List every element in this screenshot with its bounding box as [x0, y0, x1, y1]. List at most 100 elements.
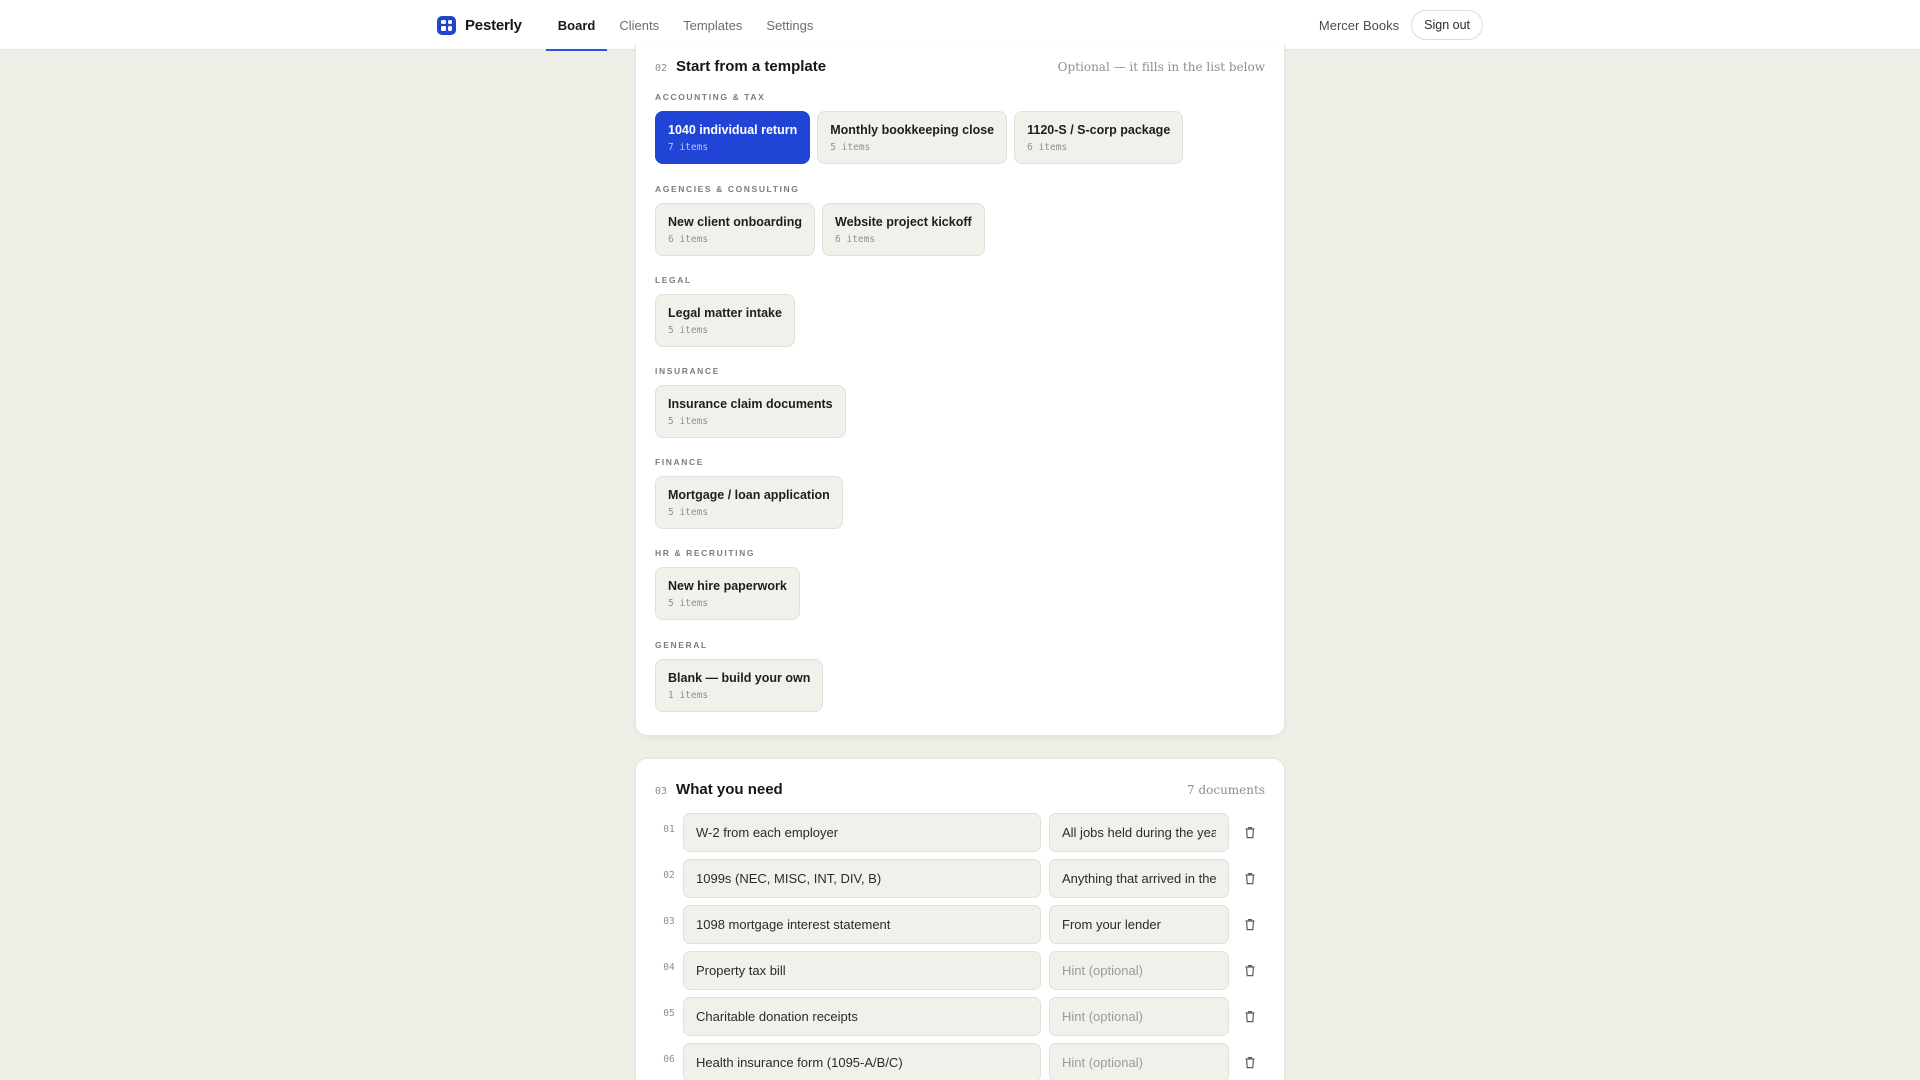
sign-out-button[interactable]: Sign out: [1411, 10, 1483, 40]
template-chip-new-hire[interactable]: New hire paperwork 5 items: [655, 567, 800, 620]
chip-count: 7 items: [668, 141, 709, 153]
chip-title: Blank — build your own: [668, 670, 811, 685]
template-chips: Legal matter intake 5 items: [655, 294, 795, 347]
needs-header: 03 What you need 7 documents: [655, 781, 1265, 798]
template-group-finance: Finance Mortgage / loan application 5 it…: [655, 457, 843, 529]
chip-count: 6 items: [1027, 141, 1068, 153]
group-label: General: [655, 640, 708, 650]
delete-row-button[interactable]: [1235, 910, 1265, 940]
chip-count: 5 items: [668, 597, 709, 609]
template-chip-1040[interactable]: 1040 individual return 7 items: [655, 111, 811, 164]
chip-count: 5 items: [668, 324, 709, 336]
template-group-accounting: Accounting & Tax 1040 individual return …: [655, 92, 1184, 164]
document-name-input[interactable]: [683, 859, 1041, 898]
section-number: 02: [655, 63, 668, 74]
document-name-input[interactable]: [683, 905, 1041, 944]
section-number: 03: [655, 786, 668, 797]
document-row: 06: [655, 1043, 1267, 1080]
template-chip-scorp[interactable]: 1120-S / S-corp package 6 items: [1014, 111, 1184, 164]
template-group-legal: Legal Legal matter intake 5 items: [655, 275, 795, 347]
group-label: Legal: [655, 275, 692, 285]
brand-name: Pesterly: [465, 16, 522, 34]
template-group-insurance: Insurance Insurance claim documents 5 it…: [655, 366, 846, 438]
chip-title: Mortgage / loan application: [668, 487, 830, 502]
document-name-input[interactable]: [683, 951, 1041, 990]
tab-templates[interactable]: Templates: [671, 0, 754, 50]
tab-clients[interactable]: Clients: [607, 0, 671, 50]
documents-count: 7 documents: [1187, 783, 1265, 797]
templates-header: 02 Start from a template Optional — it f…: [655, 58, 1265, 75]
document-hint-input[interactable]: [1049, 859, 1229, 898]
templates-card: 02 Start from a template Optional — it f…: [635, 44, 1285, 736]
template-chip-bookkeeping[interactable]: Monthly bookkeeping close 5 items: [817, 111, 1008, 164]
chip-count: 6 items: [835, 233, 876, 245]
template-chips: 1040 individual return 7 items Monthly b…: [655, 111, 1184, 164]
trash-icon: [1245, 827, 1255, 839]
group-label: Finance: [655, 457, 704, 467]
section-note: Optional — it fills in the list below: [1057, 60, 1265, 74]
brand[interactable]: Pesterly: [437, 15, 522, 35]
delete-row-button[interactable]: [1235, 1002, 1265, 1032]
document-hint-input[interactable]: [1049, 905, 1229, 944]
delete-row-button[interactable]: [1235, 1048, 1265, 1078]
chip-count: 5 items: [668, 415, 709, 427]
template-chips: New client onboarding 6 items Website pr…: [655, 203, 985, 256]
row-number: 01: [663, 824, 675, 835]
template-chip-legal-intake[interactable]: Legal matter intake 5 items: [655, 294, 795, 347]
template-chips: Mortgage / loan application 5 items: [655, 476, 843, 529]
template-group-agencies: Agencies & Consulting New client onboard…: [655, 184, 985, 256]
trash-icon: [1245, 873, 1255, 885]
chip-title: Monthly bookkeeping close: [830, 122, 995, 137]
chip-title: 1040 individual return: [668, 122, 798, 137]
template-group-hr: HR & Recruiting New hire paperwork 5 ite…: [655, 548, 800, 620]
template-chips: New hire paperwork 5 items: [655, 567, 800, 620]
tab-board[interactable]: Board: [545, 0, 608, 51]
chip-title: Website project kickoff: [835, 214, 972, 229]
account-area: Mercer Books Sign out: [1319, 10, 1483, 40]
trash-icon: [1245, 1057, 1255, 1069]
document-hint-input[interactable]: [1049, 997, 1229, 1036]
template-chips: Blank — build your own 1 items: [655, 659, 824, 712]
template-chip-mortgage[interactable]: Mortgage / loan application 5 items: [655, 476, 843, 529]
chip-title: New hire paperwork: [668, 578, 787, 593]
document-row: 05: [655, 997, 1267, 1036]
document-hint-input[interactable]: [1049, 951, 1229, 990]
template-chip-insurance-claim[interactable]: Insurance claim documents 5 items: [655, 385, 846, 438]
template-chips: Insurance claim documents 5 items: [655, 385, 846, 438]
trash-icon: [1245, 1011, 1255, 1023]
grid-logo-icon: [437, 15, 456, 35]
document-name-input[interactable]: [683, 813, 1041, 852]
document-name-input[interactable]: [683, 997, 1041, 1036]
document-name-input[interactable]: [683, 1043, 1041, 1080]
main-nav: Board Clients Templates Settings: [545, 0, 826, 51]
row-number: 04: [663, 962, 675, 973]
delete-row-button[interactable]: [1235, 956, 1265, 986]
tab-settings[interactable]: Settings: [754, 0, 825, 50]
chip-count: 5 items: [668, 506, 709, 518]
row-number: 03: [663, 916, 675, 927]
group-label: Agencies & Consulting: [655, 184, 800, 194]
chip-count: 6 items: [668, 233, 709, 245]
document-row: 04: [655, 951, 1267, 990]
delete-row-button[interactable]: [1235, 818, 1265, 848]
document-row: 02: [655, 859, 1267, 898]
chip-title: New client onboarding: [668, 214, 803, 229]
top-bar-inner: Pesterly Board Clients Templates Setting…: [437, 0, 1483, 51]
group-label: HR & Recruiting: [655, 548, 756, 558]
group-label: Accounting & Tax: [655, 92, 766, 102]
document-hint-input[interactable]: [1049, 1043, 1229, 1080]
trash-icon: [1245, 965, 1255, 977]
row-number: 06: [663, 1054, 675, 1065]
template-chip-website-kickoff[interactable]: Website project kickoff 6 items: [822, 203, 985, 256]
chip-count: 1 items: [668, 689, 709, 701]
chip-title: Insurance claim documents: [668, 396, 833, 411]
chip-title: Legal matter intake: [668, 305, 782, 320]
template-chip-blank[interactable]: Blank — build your own 1 items: [655, 659, 824, 712]
template-chip-onboarding[interactable]: New client onboarding 6 items: [655, 203, 816, 256]
document-hint-input[interactable]: [1049, 813, 1229, 852]
group-label: Insurance: [655, 366, 720, 376]
delete-row-button[interactable]: [1235, 864, 1265, 894]
top-bar: Pesterly Board Clients Templates Setting…: [0, 0, 1920, 51]
chip-count: 5 items: [830, 141, 871, 153]
document-row: 03: [655, 905, 1267, 944]
